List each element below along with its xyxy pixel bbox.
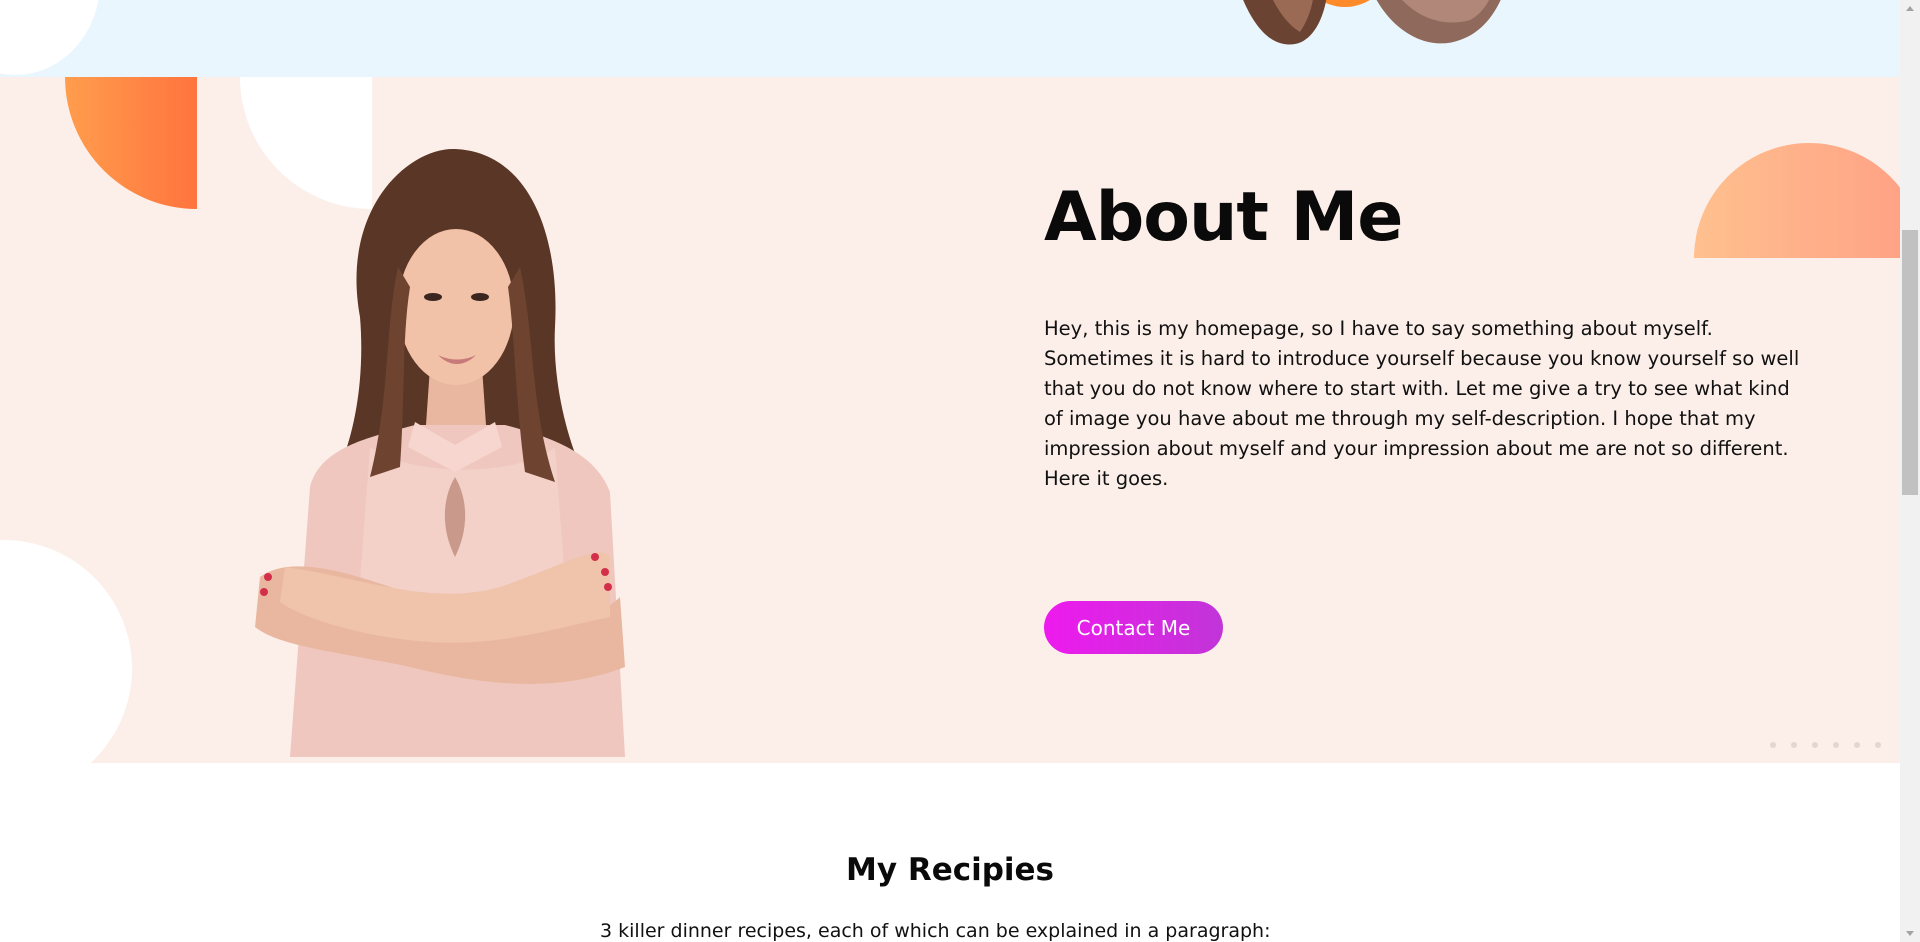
dot: [1812, 742, 1818, 748]
about-description: Hey, this is my homepage, so I have to s…: [1044, 317, 1800, 490]
dot: [1791, 742, 1797, 748]
hero-section-bottom: [0, 0, 1900, 77]
decorative-white-circle: [0, 0, 100, 75]
contact-me-button[interactable]: Contact Me: [1044, 601, 1223, 654]
hero-photo-fragment: [1243, 0, 1501, 45]
decorative-white-circle-left: [0, 540, 132, 763]
scroll-up-arrow-icon[interactable]: [1906, 6, 1914, 11]
vertical-scrollbar[interactable]: [1900, 0, 1920, 942]
dots-pattern: [1770, 742, 1881, 748]
dot: [1875, 742, 1881, 748]
dot: [1854, 742, 1860, 748]
about-title: About Me: [1044, 178, 1403, 257]
scrollbar-thumb[interactable]: [1902, 230, 1918, 495]
portrait-image: [255, 148, 625, 757]
recipes-title: My Recipies: [845, 852, 1055, 888]
dot: [1833, 742, 1839, 748]
recipes-subtitle: 3 killer dinner recipes, each of which c…: [600, 920, 1271, 942]
scroll-down-arrow-icon[interactable]: [1906, 931, 1914, 936]
dot: [1770, 742, 1776, 748]
page: About Me Hey, this is my homepage, so I …: [0, 0, 1900, 942]
about-section: About Me Hey, this is my homepage, so I …: [0, 77, 1900, 763]
